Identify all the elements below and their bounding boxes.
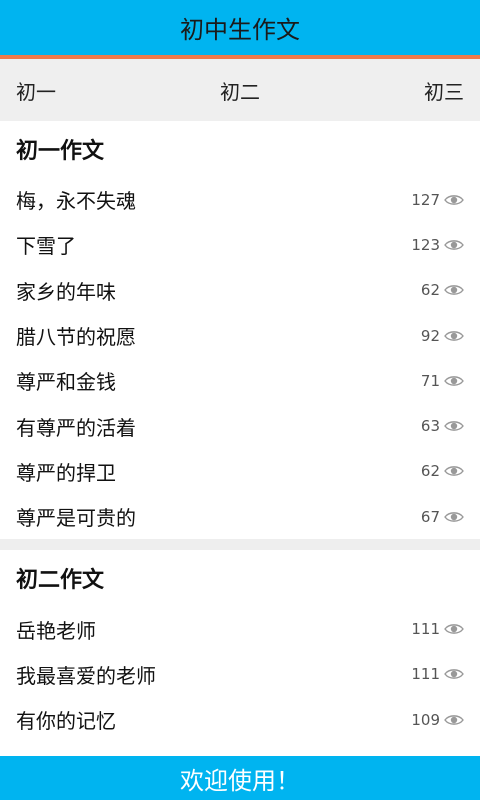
list-item[interactable]: 尊严和金钱 71 (0, 358, 480, 403)
eye-icon (444, 240, 464, 250)
list-item[interactable]: 尊严的捍卫 62 (0, 449, 480, 494)
list-item[interactable]: 尊严是可贵的 67 (0, 494, 480, 539)
view-count: 109 (411, 711, 464, 729)
view-count-number: 71 (420, 371, 440, 390)
tab-grade-2[interactable]: 初二 (220, 76, 260, 105)
essay-title: 腊八节的祝愿 (16, 325, 136, 350)
list-item[interactable]: 有尊严的活着 63 (0, 403, 480, 448)
grade-tabs: 初一 初二 初三 (0, 59, 480, 121)
eye-icon (444, 466, 464, 477)
view-count: 123 (411, 236, 464, 254)
eye-icon (444, 669, 464, 680)
eye-icon (444, 194, 464, 205)
essay-title: 梅，永不失魂 (16, 189, 136, 214)
app-header: 初中生作文 (0, 0, 480, 55)
section-heading: 初一作文 (16, 139, 105, 164)
view-count: 92 (421, 327, 464, 345)
essay-title: 家乡的年味 (16, 279, 116, 304)
eye-icon (444, 511, 464, 522)
view-count: 127 (411, 191, 464, 209)
eye-icon (444, 714, 464, 725)
view-count: 111 (411, 665, 464, 683)
view-count: 62 (421, 281, 464, 299)
eye-icon (444, 624, 464, 634)
section-heading: 初二作文 (16, 568, 105, 594)
tab-grade-3[interactable]: 初三 (424, 76, 464, 105)
essay-title: 尊严的捍卫 (16, 460, 116, 485)
list-item[interactable]: 家乡的年味 62 (0, 268, 480, 313)
section-separator (0, 539, 480, 551)
eye-icon (444, 285, 464, 296)
view-count-number: 123 (411, 235, 440, 254)
list-item[interactable]: 我最喜爱的老师 111 (0, 652, 480, 697)
view-count: 71 (421, 372, 464, 390)
section-grade-2: 初二作文 岳艳老师 111 我最喜爱的老师 111 有你的记忆 109 (0, 550, 480, 743)
essay-title: 尊严和金钱 (16, 370, 116, 395)
essay-title: 下雪了 (16, 234, 76, 259)
eye-icon (444, 421, 464, 431)
list-item[interactable]: 梅，永不失魂 127 (0, 177, 480, 222)
view-count-number: 67 (420, 507, 440, 526)
view-count: 62 (421, 462, 464, 480)
list-item[interactable]: 腊八节的祝愿 92 (0, 313, 480, 358)
essay-title: 有尊严的活着 (16, 415, 136, 440)
view-count-number: 111 (411, 620, 440, 639)
app-title: 初中生作文 (180, 16, 300, 44)
section-grade-1: 初一作文 梅，永不失魂 127 下雪了 123 家乡的年味 62 腊八节的祝愿 (0, 121, 480, 540)
view-count-number: 63 (420, 417, 440, 436)
tab-grade-1[interactable]: 初一 (16, 76, 56, 105)
welcome-text: 欢迎使用！ (180, 766, 300, 795)
essay-title: 有你的记忆 (16, 709, 116, 734)
essay-title: 尊严是可贵的 (16, 506, 136, 531)
view-count-number: 127 (411, 190, 440, 209)
eye-icon (444, 330, 464, 341)
essay-title: 我最喜爱的老师 (16, 663, 156, 688)
list-item[interactable]: 有你的记忆 109 (0, 697, 480, 742)
list-item[interactable]: 岳艳老师 111 (0, 606, 480, 651)
view-count-number: 92 (420, 326, 440, 345)
view-count-number: 111 (411, 665, 440, 684)
list-item[interactable]: 下雪了 123 (0, 222, 480, 267)
essay-title: 岳艳老师 (16, 618, 96, 643)
eye-icon (444, 376, 464, 386)
view-count: 111 (411, 620, 464, 638)
view-count-number: 62 (420, 462, 440, 481)
view-count: 67 (421, 508, 464, 526)
view-count-number: 62 (420, 281, 440, 300)
welcome-banner[interactable]: 欢迎使用！ (0, 756, 480, 800)
essay-list[interactable]: 初一作文 梅，永不失魂 127 下雪了 123 家乡的年味 62 腊八节的祝愿 (0, 121, 480, 756)
view-count: 63 (421, 417, 464, 435)
view-count-number: 109 (411, 710, 440, 729)
